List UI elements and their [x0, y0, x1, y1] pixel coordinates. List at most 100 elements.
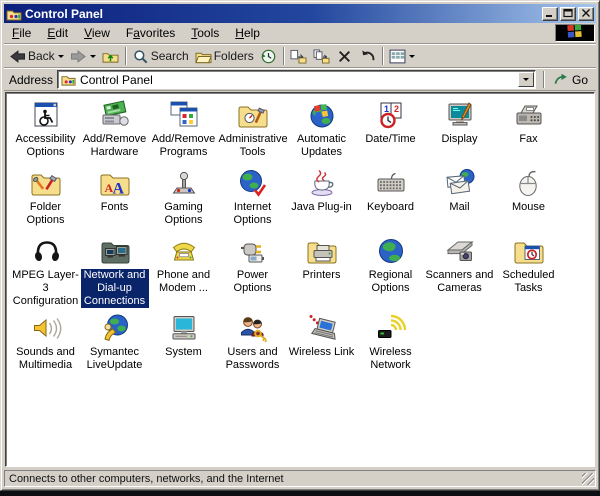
go-button[interactable]: Go	[551, 73, 593, 87]
item-label: Phone and Modem ...	[150, 269, 218, 295]
control-panel-item[interactable]: Printers	[287, 235, 356, 312]
title-bar[interactable]: Control Panel	[4, 4, 596, 23]
phone-modem-icon	[168, 235, 200, 267]
address-label: Address	[9, 73, 53, 87]
control-panel-item[interactable]: AA Fonts	[80, 167, 149, 235]
item-label: Folder Options	[12, 201, 80, 227]
control-panel-item[interactable]: Regional Options	[356, 235, 425, 312]
item-label: Java Plug-in	[291, 201, 352, 214]
control-panel-item[interactable]: Wireless Network	[356, 312, 425, 372]
toolbar-button-forward[interactable]	[67, 47, 99, 66]
automatic-updates-icon	[306, 99, 338, 131]
control-panel-item[interactable]: Wireless Link	[287, 312, 356, 372]
menu-item-edit[interactable]: Edit	[39, 24, 76, 42]
menu-item-file[interactable]: File	[4, 24, 39, 42]
control-panel-item[interactable]: Add/Remove Hardware	[80, 99, 149, 167]
control-panel-item[interactable]: System	[149, 312, 218, 372]
toolbar-button-delete[interactable]	[333, 47, 356, 66]
control-panel-item[interactable]: Mouse	[494, 167, 563, 235]
item-label: Mouse	[512, 201, 545, 214]
control-panel-item[interactable]: Sounds and Multimedia	[11, 312, 80, 372]
control-panel-item[interactable]: MPEG Layer-3 Configuration	[11, 235, 80, 312]
item-label: Scanners and Cameras	[426, 269, 494, 295]
resize-grip[interactable]	[582, 473, 594, 485]
go-arrow-icon	[553, 73, 569, 86]
control-panel-item[interactable]: 12Date/Time	[356, 99, 425, 167]
chevron-down-icon	[523, 78, 529, 81]
control-panel-item[interactable]: Power Options	[218, 235, 287, 312]
control-panel-item[interactable]: Gaming Options	[149, 167, 218, 235]
control-panel-item[interactable]: Display	[425, 99, 494, 167]
item-label: Symantec LiveUpdate	[81, 346, 149, 372]
status-panel: Connects to other computers, networks, a…	[4, 470, 596, 487]
control-panel-item[interactable]: Network and Dial-up Connections	[80, 235, 149, 312]
dropdown-caret-icon[interactable]	[58, 55, 64, 58]
control-panel-item[interactable]: Folder Options	[11, 167, 80, 235]
item-label: Gaming Options	[150, 201, 218, 227]
toolbar-button-move-to[interactable]	[287, 47, 310, 66]
mpeg-layer3-icon	[30, 235, 62, 267]
control-panel-item[interactable]: Java Plug-in	[287, 167, 356, 235]
dropdown-caret-icon[interactable]	[409, 55, 415, 58]
control-panel-item[interactable]: Scheduled Tasks	[494, 235, 563, 312]
menu-item-tools[interactable]: Tools	[183, 24, 227, 42]
address-dropdown-button[interactable]	[518, 72, 534, 87]
address-value: Control Panel	[80, 73, 514, 87]
menu-item-view[interactable]: View	[76, 24, 118, 42]
copy-to-icon	[313, 49, 330, 64]
item-label: Keyboard	[367, 201, 414, 214]
control-panel-item[interactable]: Administrative Tools	[218, 99, 287, 167]
item-label: Users and Passwords	[219, 346, 287, 372]
toolbar-button-folders[interactable]: Folders	[192, 47, 257, 66]
item-label: Date/Time	[365, 133, 415, 146]
status-text: Connects to other computers, networks, a…	[9, 473, 284, 485]
control-panel-item[interactable]: Mail	[425, 167, 494, 235]
control-panel-item[interactable]: Automatic Updates	[287, 99, 356, 167]
minimize-button[interactable]	[542, 7, 558, 21]
dropdown-caret-icon[interactable]	[90, 55, 96, 58]
control-panel-item[interactable]: Internet Options	[218, 167, 287, 235]
toolbar-button-views[interactable]	[386, 47, 418, 66]
item-label: Wireless Network	[357, 346, 425, 372]
network-dialup-icon	[99, 235, 131, 267]
control-panel-item[interactable]: Phone and Modem ...	[149, 235, 218, 312]
toolbar-button-up[interactable]	[99, 47, 122, 66]
maximize-button[interactable]	[560, 7, 576, 21]
toolbar-button-copy-to[interactable]	[310, 47, 333, 66]
control-panel-item[interactable]: Users and Passwords	[218, 312, 287, 372]
item-label: Accessibility Options	[12, 133, 80, 159]
java-plugin-icon	[306, 167, 338, 199]
icon-grid: Accessibility OptionsAdd/Remove Hardware…	[6, 93, 594, 372]
control-panel-item[interactable]: Symantec LiveUpdate	[80, 312, 149, 372]
wireless-link-icon	[306, 312, 338, 344]
folder-options-icon	[30, 167, 62, 199]
arrow-left-icon	[9, 49, 26, 64]
toolbar-button-search[interactable]: Search	[129, 47, 192, 66]
menu-item-help[interactable]: Help	[227, 24, 268, 42]
item-label: Display	[441, 133, 477, 146]
undo-icon	[359, 49, 376, 64]
close-button[interactable]	[578, 7, 594, 21]
control-panel-item[interactable]: Fax	[494, 99, 563, 167]
toolbar-button-back[interactable]: Back	[6, 47, 67, 66]
menu-item-favorites[interactable]: Favorites	[118, 24, 183, 42]
item-label: Wireless Link	[289, 346, 354, 359]
fonts-icon: AA	[99, 167, 131, 199]
wireless-network-icon	[375, 312, 407, 344]
move-to-icon	[290, 49, 307, 64]
window-controls	[542, 7, 594, 21]
control-panel-item[interactable]: Keyboard	[356, 167, 425, 235]
item-label: Administrative Tools	[219, 133, 287, 159]
gaming-options-icon	[168, 167, 200, 199]
accessibility-options-icon	[30, 99, 62, 131]
item-label: Fonts	[101, 201, 129, 214]
users-passwords-icon	[237, 312, 269, 344]
control-panel-item[interactable]: Scanners and Cameras	[425, 235, 494, 312]
toolbar-button-history[interactable]	[257, 47, 280, 66]
control-panel-item[interactable]: Add/Remove Programs	[149, 99, 218, 167]
toolbar-button-undo[interactable]	[356, 47, 379, 66]
control-panel-item[interactable]: Accessibility Options	[11, 99, 80, 167]
address-combo[interactable]: Control Panel	[57, 70, 536, 89]
printers-icon	[306, 235, 338, 267]
sounds-multimedia-icon	[30, 312, 62, 344]
